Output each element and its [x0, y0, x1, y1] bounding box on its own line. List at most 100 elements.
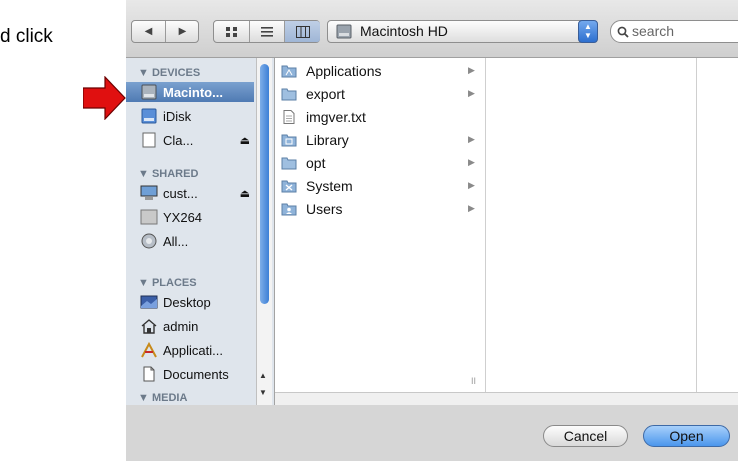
applications-icon [141, 342, 157, 358]
sidebar-item-yx264[interactable]: YX264 [140, 207, 256, 227]
users-folder-icon [281, 203, 297, 215]
list-view-icon [261, 26, 273, 37]
section-devices: ▼ DEVICES [138, 67, 201, 79]
sidebar-item-admin[interactable]: admin [140, 316, 256, 336]
list-item-applications[interactable]: Applications [281, 59, 481, 82]
file-name: Applications [306, 62, 382, 79]
folder-icon [281, 157, 297, 169]
home-icon [141, 319, 157, 334]
eject-icon[interactable]: ⏏ [240, 134, 250, 147]
list-item-imgver[interactable]: imgver.txt [281, 105, 481, 128]
desktop-icon [140, 295, 158, 309]
file-name: Users [306, 200, 343, 217]
section-shared: ▼ SHARED [138, 168, 199, 180]
server-icon [140, 209, 158, 225]
back-button[interactable]: ◀ [132, 21, 165, 42]
icon-view-button[interactable] [214, 21, 249, 42]
documents-icon [143, 366, 155, 382]
sidebar: ▼ DEVICES Macinto... iDisk Cla... ⏏ ▼ SH… [126, 58, 275, 405]
disclosure-arrow-icon: ▶ [468, 88, 475, 98]
list-item-system[interactable]: System [281, 174, 481, 197]
sidebar-item-label: YX264 [163, 209, 203, 225]
icon-view-icon [225, 26, 237, 37]
forward-button[interactable]: ▶ [166, 21, 199, 42]
sidebar-item-label: Desktop [163, 294, 211, 310]
file-name: Library [306, 131, 349, 148]
folder-icon [281, 88, 297, 100]
sidebar-item-cust[interactable]: cust... ⏏ [140, 183, 256, 203]
back-arrow-icon: ◀ [144, 26, 153, 37]
text-file-icon [283, 109, 295, 124]
file-name: opt [306, 154, 326, 171]
column-browser: Applications ▶ export ▶ imgver.txt Libra… [275, 58, 738, 392]
file-name: export [306, 85, 345, 102]
library-folder-icon [281, 134, 297, 146]
list-item-export[interactable]: export [281, 82, 481, 105]
disclosure-arrow-icon: ▶ [468, 65, 475, 75]
file-name: imgver.txt [306, 108, 366, 125]
sidebar-item-label: iDisk [163, 108, 192, 124]
applications-folder-icon [281, 65, 297, 77]
open-button[interactable]: Open [643, 425, 730, 447]
disclosure-arrow-icon: ▶ [468, 157, 475, 167]
disclosure-arrow-icon: ▶ [468, 134, 475, 144]
chevron-down-icon: ▼ [584, 31, 592, 40]
browser-horizontal-scrollbar[interactable] [275, 392, 738, 406]
file-name: System [306, 177, 353, 194]
location-label: Macintosh HD [360, 23, 448, 39]
instruction-text: d click [0, 26, 53, 47]
sidebar-item-label: Macinto... [163, 84, 223, 100]
red-arrow-annotation [83, 76, 126, 120]
chevron-up-icon: ▲ [584, 22, 592, 31]
network-icon [141, 233, 157, 249]
sidebar-item-idisk[interactable]: iDisk [140, 106, 256, 126]
list-item-library[interactable]: Library [281, 128, 481, 151]
drive-icon [142, 132, 156, 148]
system-folder-icon [281, 180, 297, 192]
sidebar-scroll-thumb[interactable] [260, 64, 269, 304]
eject-icon[interactable]: ⏏ [240, 187, 250, 200]
search-icon [617, 26, 629, 38]
scroll-up-arrow-icon[interactable]: ▲ [259, 371, 267, 380]
list-item-opt[interactable]: opt [281, 151, 481, 174]
sidebar-item-applications[interactable]: Applicati... [140, 340, 256, 360]
list-view-button[interactable] [250, 21, 284, 42]
browser-column-2 [486, 58, 697, 392]
search-placeholder: search [632, 23, 675, 39]
section-media: ▼ MEDIA [138, 392, 188, 404]
open-dialog: ◀ ▶ Macintosh HD ▲ ▼ search ▼ DEVICES Ma… [126, 0, 738, 461]
back-forward-control: ◀ ▶ [131, 20, 199, 43]
sidebar-item-label: cust... [163, 185, 198, 201]
section-places: ▼ PLACES [138, 277, 197, 289]
sidebar-item-macintosh-hd[interactable]: Macinto... [126, 82, 254, 102]
column-view-icon [295, 25, 310, 38]
sidebar-item-all[interactable]: All... [140, 231, 256, 251]
browser-column-1: Applications ▶ export ▶ imgver.txt Libra… [275, 58, 486, 392]
view-mode-control [213, 20, 320, 43]
disclosure-arrow-icon: ▶ [468, 203, 475, 213]
computer-icon [140, 185, 158, 200]
toolbar: ◀ ▶ Macintosh HD ▲ ▼ search [126, 0, 738, 58]
column-view-button[interactable] [285, 21, 320, 42]
sidebar-item-label: All... [163, 233, 189, 249]
search-field[interactable]: search [610, 20, 738, 43]
cancel-button[interactable]: Cancel [543, 425, 628, 447]
dialog-footer: Cancel Open [126, 405, 738, 461]
sidebar-item-label: Cla... [163, 132, 194, 148]
sidebar-scrollbar[interactable]: ▲ ▼ [256, 58, 272, 405]
list-item-users[interactable]: Users [281, 197, 481, 220]
sidebar-item-documents[interactable]: Documents [140, 364, 256, 384]
sidebar-item-label: Documents [163, 366, 229, 382]
sidebar-item-desktop[interactable]: Desktop [140, 292, 256, 312]
disclosure-arrow-icon: ▶ [468, 180, 475, 190]
forward-arrow-icon: ▶ [178, 26, 187, 37]
scroll-down-arrow-icon[interactable]: ▼ [259, 388, 267, 397]
location-stepper[interactable]: ▲ ▼ [578, 20, 598, 43]
hard-disk-icon [336, 24, 352, 39]
sidebar-item-label: Applicati... [163, 342, 223, 358]
sidebar-item-cla[interactable]: Cla... ⏏ [140, 130, 256, 150]
column-resize-handle[interactable]: II [471, 376, 476, 386]
sidebar-item-label: admin [163, 318, 199, 334]
idisk-icon [141, 108, 157, 124]
location-popup[interactable]: Macintosh HD [327, 20, 585, 43]
